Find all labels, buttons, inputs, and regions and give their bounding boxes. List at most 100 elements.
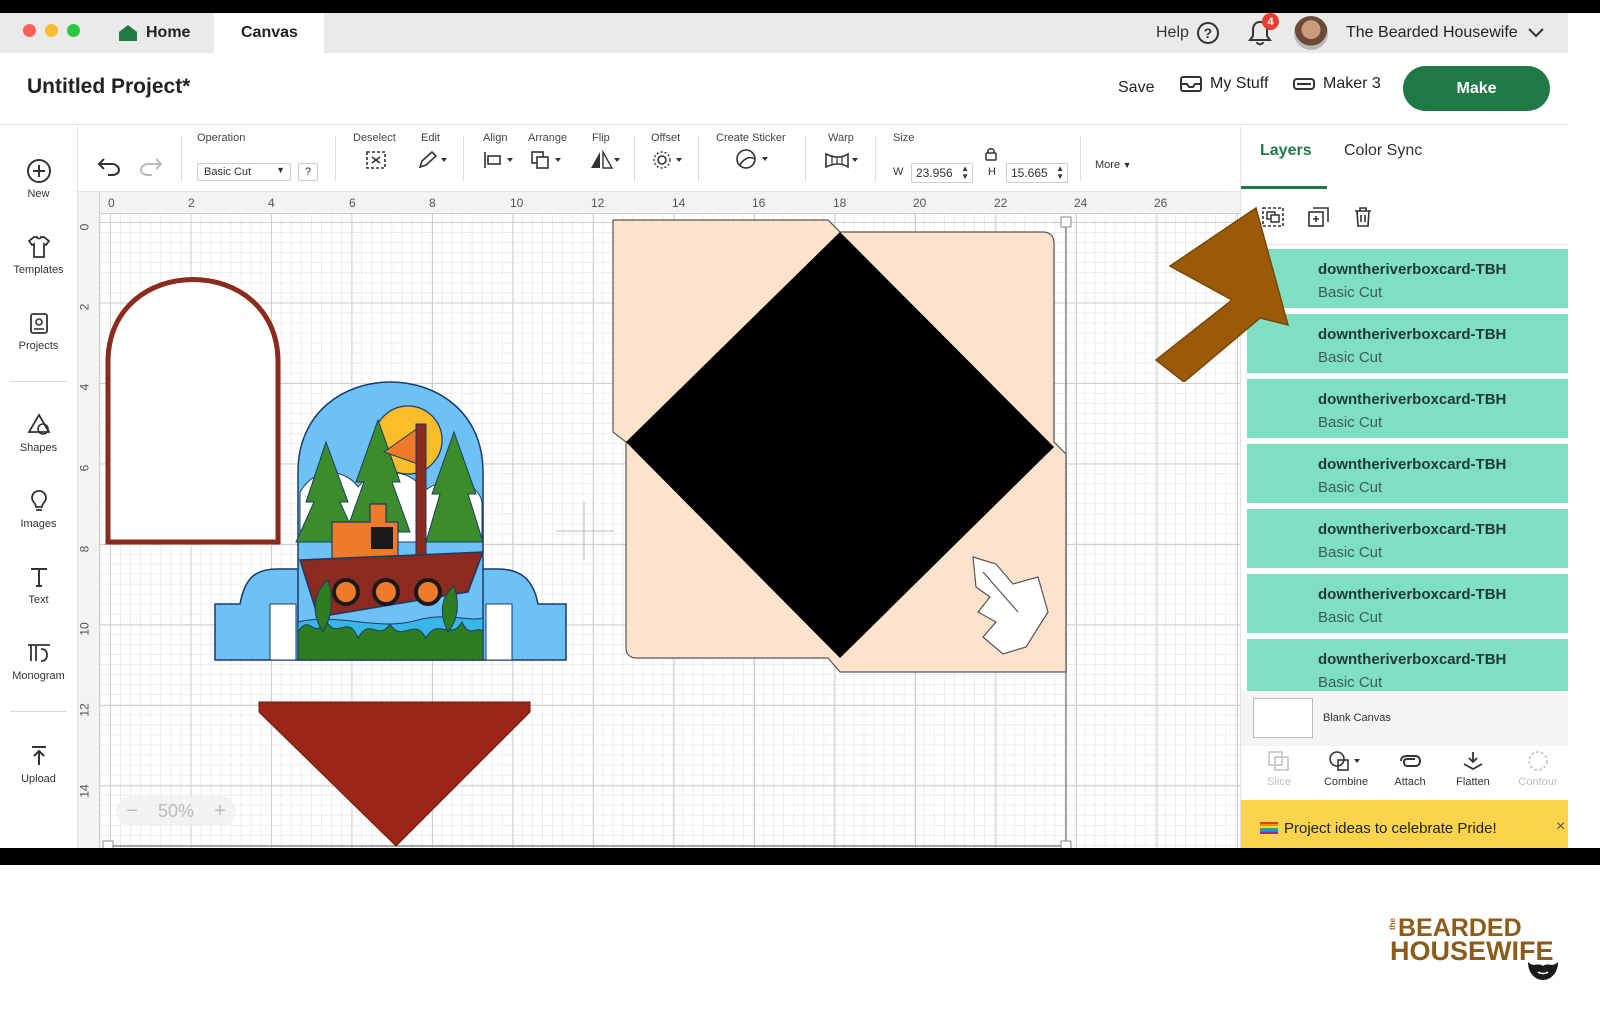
minimize-window-button[interactable] xyxy=(45,24,58,37)
contour-button[interactable]: Contour xyxy=(1506,750,1568,788)
promo-text: Project ideas to celebrate Pride! xyxy=(1284,820,1497,837)
layer-item[interactable]: downtheriverboxcard-TBH Basic Cut xyxy=(1247,509,1568,571)
my-stuff-button[interactable]: My Stuff xyxy=(1180,75,1268,93)
flip-group[interactable]: Flip xyxy=(591,132,622,173)
layer-item[interactable]: downtheriverboxcard-TBH Basic Cut xyxy=(1247,574,1568,636)
contour-label: Contour xyxy=(1518,776,1558,788)
project-title[interactable]: Untitled Project* xyxy=(27,75,190,99)
lock-icon[interactable] xyxy=(985,147,997,161)
toolbar-divider xyxy=(875,136,876,182)
layer-operation: Basic Cut xyxy=(1318,674,1383,691)
layer-name: downtheriverboxcard-TBH xyxy=(1318,261,1507,278)
sidebar-item-new[interactable]: New xyxy=(0,158,77,200)
slice-button[interactable]: Slice xyxy=(1247,750,1311,788)
caret-down-icon: ▼ xyxy=(276,165,285,175)
save-button[interactable]: Save xyxy=(1118,79,1154,97)
sticker-icon xyxy=(736,149,768,169)
layer-item[interactable]: downtheriverboxcard-TBH Basic Cut xyxy=(1247,379,1568,441)
red-triangle xyxy=(258,701,531,847)
lightbulb-icon xyxy=(30,490,47,511)
deselect-icon xyxy=(366,151,386,169)
operation-help-button[interactable]: ? xyxy=(298,163,318,181)
toolbar-divider xyxy=(181,136,182,182)
sidebar-item-projects[interactable]: Projects xyxy=(0,310,77,352)
stepper-icon[interactable]: ▲ ▼ xyxy=(961,165,969,181)
sidebar-item-images[interactable]: Images xyxy=(0,488,77,530)
zoom-level: 50% xyxy=(157,800,194,821)
sidebar-item-shapes[interactable]: Shapes xyxy=(0,412,77,454)
sidebar-item-label: Text xyxy=(28,594,49,606)
brand-logo: the BEARDED HOUSEWIFE xyxy=(1388,914,1564,990)
sidebar-item-text[interactable]: Text xyxy=(0,564,77,606)
combine-icon xyxy=(1329,751,1360,771)
warp-group[interactable]: Warp xyxy=(825,132,862,173)
height-label: H xyxy=(988,166,996,178)
duplicate-icon[interactable] xyxy=(1307,206,1331,228)
screen-bottom-border xyxy=(0,848,1600,865)
flip-label: Flip xyxy=(592,132,610,144)
scene-white-left xyxy=(269,603,297,661)
close-window-button[interactable] xyxy=(23,24,36,37)
design-canvas[interactable]: 0 2 4 6 8 10 12 14 16 18 20 22 24 26 0 2… xyxy=(78,192,1240,863)
operation-select[interactable]: Basic Cut ▼ xyxy=(197,163,291,181)
align-group[interactable]: Align xyxy=(483,132,515,173)
offset-group[interactable]: Offset xyxy=(651,132,685,173)
deselect-group[interactable]: Deselect xyxy=(353,132,396,173)
tab-home[interactable]: Home xyxy=(100,13,214,53)
undo-icon[interactable] xyxy=(96,156,122,176)
stepper-icon[interactable]: ▲ ▼ xyxy=(1056,165,1064,181)
shirt-icon xyxy=(27,236,50,258)
machine-selector[interactable]: Maker 3 xyxy=(1293,75,1381,93)
layer-operation: Basic Cut xyxy=(1318,349,1383,366)
help-button[interactable]: Help ? xyxy=(1156,18,1219,48)
make-button[interactable]: Make xyxy=(1403,66,1550,111)
combine-button[interactable]: Combine xyxy=(1314,750,1378,788)
create-sticker-group[interactable]: Create Sticker xyxy=(716,132,786,173)
layer-name: downtheriverboxcard-TBH xyxy=(1318,651,1507,668)
contour-icon xyxy=(1528,751,1548,771)
layer-item[interactable]: downtheriverboxcard-TBH Basic Cut xyxy=(1247,639,1568,691)
maximize-window-button[interactable] xyxy=(67,24,80,37)
trash-icon[interactable] xyxy=(1352,206,1374,228)
arrange-group[interactable]: Arrange xyxy=(528,132,567,173)
sidebar-divider xyxy=(10,711,67,712)
operation-group: Operation xyxy=(197,132,245,144)
layer-operation: Basic Cut xyxy=(1318,544,1383,561)
slice-icon xyxy=(1268,751,1289,771)
sidebar-item-label: Monogram xyxy=(12,670,65,682)
layer-item[interactable]: downtheriverboxcard-TBH Basic Cut xyxy=(1247,444,1568,506)
edit-group[interactable]: Edit xyxy=(418,132,449,173)
warp-icon xyxy=(825,152,858,169)
flatten-button[interactable]: Flatten xyxy=(1441,750,1505,788)
sidebar-item-templates[interactable]: Templates xyxy=(0,234,77,276)
warp-label: Warp xyxy=(828,132,854,144)
attach-button[interactable]: Attach xyxy=(1378,750,1442,788)
blank-canvas-layer[interactable]: Blank Canvas xyxy=(1241,691,1568,746)
tab-color-sync[interactable]: Color Sync xyxy=(1344,142,1422,160)
more-button[interactable]: More ▼ xyxy=(1095,159,1131,171)
zoom-in-button[interactable]: + xyxy=(214,800,226,823)
redo-icon[interactable] xyxy=(138,156,164,176)
scene-porthole xyxy=(332,578,360,606)
help-label: Help xyxy=(1156,24,1189,41)
username-label: The Bearded Housewife xyxy=(1346,24,1518,41)
flatten-icon xyxy=(1463,752,1483,771)
tab-layers[interactable]: Layers xyxy=(1260,142,1312,160)
height-input[interactable]: 15.665 ▲ ▼ xyxy=(1006,163,1068,183)
arrange-icon xyxy=(531,151,561,169)
tab-canvas[interactable]: Canvas xyxy=(214,13,324,53)
account-menu[interactable]: The Bearded Housewife xyxy=(1346,18,1544,48)
sidebar-item-monogram[interactable]: Monogram xyxy=(0,640,77,682)
canvas-artwork[interactable] xyxy=(78,192,1240,863)
offset-label: Offset xyxy=(651,132,681,144)
monogram-icon xyxy=(27,644,50,662)
sidebar-item-upload[interactable]: Upload xyxy=(0,743,77,785)
zoom-out-button[interactable]: − xyxy=(126,800,138,823)
layer-name: downtheriverboxcard-TBH xyxy=(1318,521,1507,538)
help-icon: ? xyxy=(1196,22,1219,44)
avatar[interactable] xyxy=(1294,16,1328,50)
sidebar-item-label: Projects xyxy=(18,340,59,352)
width-input[interactable]: 23.956 ▲ ▼ xyxy=(911,163,973,183)
close-icon[interactable]: × xyxy=(1556,818,1565,836)
operation-value: Basic Cut xyxy=(204,166,252,178)
